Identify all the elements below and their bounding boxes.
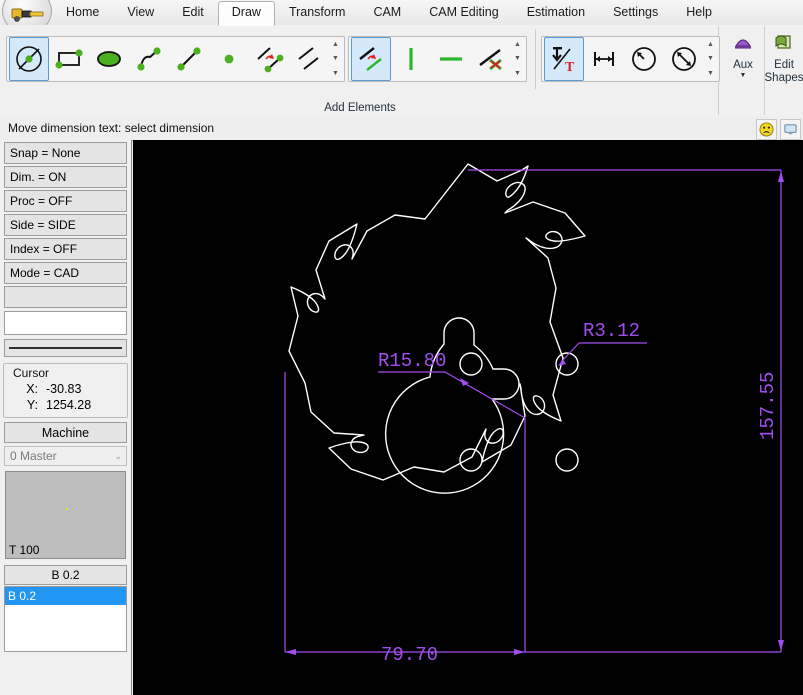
menu-bar: Home View Edit Draw Transform CAM CAM Ed…: [0, 0, 803, 26]
sidebar-toggle-mode[interactable]: Mode = CAD: [4, 262, 127, 284]
bolt-holes: [460, 353, 578, 471]
tool-center-point: [66, 508, 68, 510]
vertical-line-icon[interactable]: [391, 37, 431, 81]
machine-select[interactable]: 0 Master ⌄: [4, 446, 127, 466]
menu-item-cam-editing[interactable]: CAM Editing: [415, 1, 512, 25]
sidebar-slider[interactable]: [4, 339, 127, 357]
menu-items: Home View Edit Draw Transform CAM CAM Ed…: [52, 0, 726, 25]
sidebar-toggle-proc[interactable]: Proc = OFF: [4, 190, 127, 212]
chevron-down-icon: ⌄: [114, 451, 122, 462]
chevron-down-icon[interactable]: ▼: [740, 72, 747, 80]
primitives-spinner[interactable]: ▲▼▼: [329, 37, 342, 81]
menu-item-transform[interactable]: Transform: [275, 1, 360, 25]
dimension-text-horizontal[interactable]: 79.70: [381, 644, 438, 666]
menu-item-settings[interactable]: Settings: [599, 1, 672, 25]
cursor-y-row: Y: 1254.28: [4, 398, 127, 412]
line-two-points-icon[interactable]: [169, 37, 209, 81]
add-elements-tools: ▲▼▼: [6, 29, 723, 89]
primitives-toolgroup: ▲▼▼: [6, 36, 345, 82]
horizontal-dimension[interactable]: [285, 372, 525, 655]
line-offset-green-icon[interactable]: [351, 37, 391, 81]
edit-shapes-label-line1: Edit: [774, 59, 794, 71]
menu-item-edit[interactable]: Edit: [168, 1, 218, 25]
edit-shapes-icon: [772, 30, 796, 56]
tool-list-header: B 0.2: [4, 565, 127, 585]
sad-face-icon[interactable]: [756, 119, 777, 140]
menu-item-home[interactable]: Home: [52, 1, 113, 25]
polyline-arc-icon[interactable]: [129, 37, 169, 81]
point-icon[interactable]: [209, 37, 249, 81]
monitor-icon[interactable]: [780, 119, 801, 140]
rectangle-icon[interactable]: [49, 37, 89, 81]
circle-diagonal-icon[interactable]: [9, 37, 49, 81]
linear-dimension-icon[interactable]: [584, 37, 624, 81]
cad-drawing-canvas[interactable]: R3.12 R15.80 79.70 157.55: [133, 140, 803, 695]
cad-application-window: Home View Edit Draw Transform CAM CAM Ed…: [0, 0, 803, 695]
toolbar-separator: [535, 29, 536, 89]
cursor-coordinates-group: Cursor X: -30.83 Y: 1254.28: [3, 363, 128, 418]
sidebar-toggle-index[interactable]: Index = OFF: [4, 238, 127, 260]
vertical-dimension[interactable]: [468, 170, 784, 652]
menu-item-cam[interactable]: CAM: [359, 1, 415, 25]
sidebar-toggle-dim[interactable]: Dim. = ON: [4, 166, 127, 188]
edit-shapes-button[interactable]: Edit Shapes: [765, 30, 803, 85]
sidebar-toggle-empty[interactable]: [4, 286, 127, 308]
tool-list[interactable]: B 0.2: [4, 586, 127, 652]
cursor-x-label: X:: [4, 382, 38, 396]
line-delete-icon[interactable]: [471, 37, 511, 81]
radius-dimension-icon[interactable]: [624, 37, 664, 81]
bolt-hole: [460, 449, 482, 471]
bolt-hole: [460, 353, 482, 375]
menu-item-draw[interactable]: Draw: [218, 1, 275, 26]
machine-button[interactable]: Machine: [4, 422, 127, 443]
part-outline: [289, 164, 585, 480]
list-item[interactable]: B 0.2: [5, 587, 126, 605]
ribbon-group-label: Add Elements: [2, 102, 718, 114]
menu-item-help[interactable]: Help: [672, 1, 726, 25]
prompt-message: Move dimension text: select dimension: [8, 121, 214, 135]
edit-shapes-label: Edit Shapes: [765, 59, 803, 85]
menu-item-view[interactable]: View: [113, 1, 168, 25]
sidebar-text-field[interactable]: [4, 311, 127, 335]
horizontal-line-icon[interactable]: [431, 37, 471, 81]
tool-preview-swatch[interactable]: T 100: [5, 471, 126, 559]
cursor-x-row: X: -30.83: [4, 382, 127, 396]
dimension-text-r3[interactable]: R3.12: [583, 320, 640, 342]
cursor-group-title: Cursor: [13, 366, 127, 380]
cad-geometry: R3.12 R15.80 79.70 157.55: [133, 140, 803, 695]
menu-item-estimation[interactable]: Estimation: [513, 1, 599, 25]
dimension-toolgroup: T: [541, 36, 720, 82]
tool-swatch-label: T 100: [9, 543, 39, 557]
edit-shapes-label-line2: Shapes: [765, 72, 803, 84]
aux-label: Aux: [733, 59, 753, 72]
ribbon-toolbar: ▲▼▼: [0, 25, 803, 118]
cursor-y-value: 1254.28: [46, 398, 91, 412]
dimension-move-text-icon[interactable]: T: [544, 37, 584, 81]
ellipse-filled-icon[interactable]: [89, 37, 129, 81]
cursor-y-label: Y:: [4, 398, 38, 412]
aux-button[interactable]: Aux ▼: [722, 30, 764, 80]
sidebar-toggle-side[interactable]: Side = SIDE: [4, 214, 127, 236]
parallel-lines-icon[interactable]: [289, 37, 329, 81]
prompt-status-bar: Move dimension text: select dimension: [0, 117, 803, 141]
machine-select-value: 0 Master: [10, 449, 57, 463]
sidebar-toggle-snap[interactable]: Snap = None: [4, 142, 127, 164]
left-sidebar: Snap = None Dim. = ON Proc = OFF Side = …: [0, 140, 132, 695]
svg-text:T: T: [565, 60, 575, 75]
aux-icon: [731, 30, 755, 56]
offset-toolgroup: ▲▼▼: [348, 36, 527, 82]
line-offset-arrow-icon[interactable]: [249, 37, 289, 81]
ribbon-group-aux: Aux ▼: [722, 26, 765, 115]
dimension-text-vertical[interactable]: 157.55: [757, 372, 779, 440]
ribbon-group-add-elements: ▲▼▼: [2, 26, 719, 115]
diameter-dimension-icon[interactable]: [664, 37, 704, 81]
ribbon-group-edit-shapes: Edit Shapes: [765, 26, 803, 115]
dimension-text-r15[interactable]: R15.80: [378, 350, 446, 372]
dimension-spinner[interactable]: ▲▼▼: [704, 37, 717, 81]
offset-spinner[interactable]: ▲▼▼: [511, 37, 524, 81]
dimension-layer: [285, 170, 784, 655]
prompt-icon-group: [756, 119, 801, 140]
cursor-x-value: -30.83: [46, 382, 81, 396]
bolt-hole: [556, 449, 578, 471]
